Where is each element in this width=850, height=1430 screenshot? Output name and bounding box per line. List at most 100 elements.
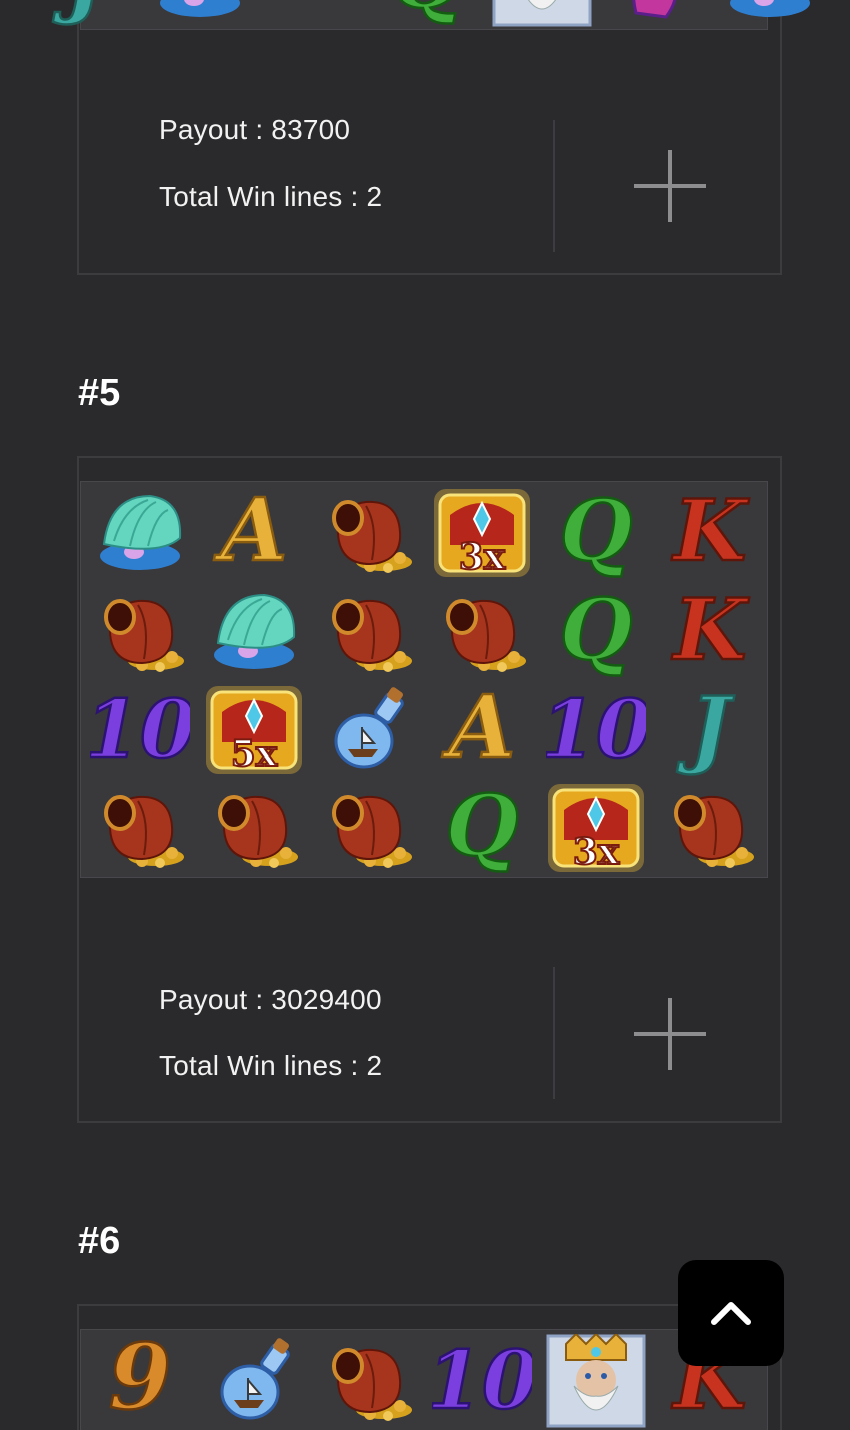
total-win-lines-label: Total Win lines : 2 — [159, 1050, 383, 1081]
reel-symbol-K: K — [653, 484, 767, 582]
reel-symbol-Q: Q — [425, 779, 539, 877]
Q-symbol-icon: Q — [390, 0, 466, 27]
reel-symbol-chest-5x: 5x — [197, 681, 311, 779]
shell-symbol-icon — [214, 593, 296, 669]
reel-symbol-urn — [311, 484, 425, 582]
urn-symbol-icon — [674, 795, 754, 868]
K-symbol-icon: K — [670, 486, 751, 580]
reel-symbol-9: 9 — [83, 1332, 197, 1430]
A-symbol-icon: A — [440, 683, 516, 777]
reel-grid-4: J Q — [51, 0, 810, 30]
A-symbol-icon: A — [212, 486, 288, 580]
poseidon-symbol-icon — [492, 0, 592, 27]
shell-symbol-icon — [730, 0, 810, 17]
svg-text:Q: Q — [559, 486, 632, 580]
10-symbol-icon: 10 — [432, 1334, 532, 1428]
reel-symbol-chest-3x: 3x — [539, 779, 653, 877]
shell-symbol-icon — [100, 494, 182, 570]
poseidon-symbol-icon — [546, 1334, 646, 1428]
card-divider — [553, 967, 555, 1099]
shell-symbol-icon — [160, 0, 240, 17]
reel-symbol-urn — [83, 583, 197, 681]
reel-grid-6: 9 10 K — [80, 1329, 768, 1430]
reel-symbol-urn — [311, 779, 425, 877]
10-symbol-icon: 10 — [90, 683, 190, 777]
urn-symbol-icon — [104, 599, 184, 672]
svg-text:10: 10 — [546, 683, 646, 776]
urn-symbol-icon — [332, 599, 412, 672]
svg-text:Q: Q — [391, 0, 464, 27]
svg-text:10: 10 — [432, 1334, 532, 1427]
9-symbol-icon: 9 — [107, 1334, 172, 1428]
reel-symbol-shell — [143, 0, 257, 29]
urn-symbol-icon — [332, 795, 412, 868]
reel-symbol-urn — [311, 583, 425, 681]
J-symbol-icon: J — [675, 683, 737, 777]
result-card-6: 9 10 K — [77, 1304, 782, 1430]
10-symbol-icon: 10 — [546, 683, 646, 777]
result-heading-6: #6 — [78, 1220, 121, 1262]
svg-text:5x: 5x — [231, 733, 278, 775]
reel-symbol-poseidon — [539, 1332, 653, 1430]
reel-symbol-10: 10 — [83, 681, 197, 779]
scroll-to-top-button[interactable] — [678, 1260, 784, 1366]
reel-symbol-10: 10 — [539, 681, 653, 779]
reel-symbol-urn — [197, 779, 311, 877]
reel-symbol-Q: Q — [539, 484, 653, 582]
payout-label: Payout : 3029400 — [159, 984, 382, 1015]
seahorse-symbol-icon — [632, 0, 677, 19]
chest-3x-symbol-icon: 3x — [434, 489, 530, 579]
reel-symbol-A: A — [425, 681, 539, 779]
svg-text:9: 9 — [109, 1334, 172, 1428]
J-symbol-icon: J — [51, 0, 113, 27]
expand-plus-icon[interactable] — [634, 150, 706, 222]
reel-symbol-empty — [257, 0, 371, 29]
reel-symbol-10: 10 — [425, 1332, 539, 1430]
svg-text:3x: 3x — [573, 831, 620, 873]
reel-symbol-Q: Q — [539, 583, 653, 681]
result-info-5: Payout : 3029400 Total Win lines : 2 — [79, 958, 554, 1118]
expand-plus-icon[interactable] — [634, 998, 706, 1070]
svg-text:3x: 3x — [459, 536, 506, 578]
bottle-symbol-icon — [334, 687, 404, 769]
reel-symbol-urn — [653, 779, 767, 877]
reel-symbol-poseidon — [485, 0, 599, 29]
Q-symbol-icon: Q — [444, 781, 520, 875]
reel-symbol-A: A — [197, 484, 311, 582]
reel-symbol-J: J — [653, 681, 767, 779]
reel-grid-5: A 3x Q K Q K 10 — [80, 481, 768, 878]
svg-text:Q: Q — [445, 781, 518, 875]
urn-symbol-icon — [332, 500, 412, 573]
svg-text:J: J — [676, 683, 735, 777]
urn-symbol-icon — [446, 599, 526, 672]
reel-symbol-shell — [83, 484, 197, 582]
chest-5x-symbol-icon: 5x — [206, 686, 302, 776]
urn-symbol-icon — [332, 1348, 412, 1421]
reel-symbol-urn — [425, 583, 539, 681]
svg-text:K: K — [671, 585, 749, 679]
urn-symbol-icon — [104, 795, 184, 868]
result-info-4: Payout : 83700 Total Win lines : 2 — [79, 92, 554, 272]
reel-symbol-seahorse — [599, 0, 713, 29]
urn-symbol-icon — [218, 795, 298, 868]
reel-symbol-urn — [311, 1332, 425, 1430]
reel-symbol-bottle — [311, 681, 425, 779]
reel-symbol-bottle — [197, 1332, 311, 1430]
reel-symbol-J: J — [29, 0, 143, 29]
result-heading-5: #5 — [78, 372, 121, 414]
reel-symbol-urn — [83, 779, 197, 877]
svg-text:A: A — [442, 683, 516, 777]
K-symbol-icon: K — [670, 585, 751, 679]
reel-symbol-shell — [197, 583, 311, 681]
svg-text:A: A — [214, 486, 288, 580]
svg-text:10: 10 — [90, 683, 190, 776]
svg-text:K: K — [671, 486, 749, 580]
Q-symbol-icon: Q — [558, 585, 634, 679]
payout-label: Payout : 83700 — [159, 114, 351, 145]
result-card-4: J Q Payout : 83700 Total Win lines : 2 — [51, 0, 810, 275]
reel-symbol-chest-3x: 3x — [425, 484, 539, 582]
chevron-up-icon — [711, 1302, 751, 1325]
total-win-lines-label: Total Win lines : 2 — [159, 181, 383, 212]
svg-text:J: J — [52, 0, 111, 27]
Q-symbol-icon: Q — [558, 486, 634, 580]
